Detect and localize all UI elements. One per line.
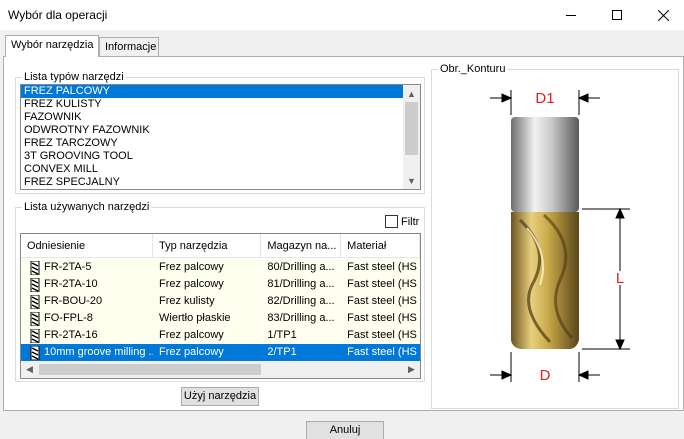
end-mill-diagram: D1 L D	[490, 90, 630, 384]
table-row[interactable]: 10mm groove milling ... Frez palcowy 2/TP1…	[21, 344, 420, 361]
scroll-thumb[interactable]	[405, 102, 418, 155]
table-body: FR-2TA-5 Frez palcowy 80/Drilling a... Fast…	[21, 259, 420, 361]
title-bar: Wybór dla operacji	[0, 0, 684, 30]
tool-type-item[interactable]: FAZOWNIK	[21, 111, 404, 124]
cell-reference: FR-2TA-5	[21, 259, 153, 276]
close-button[interactable]	[640, 0, 684, 30]
end-mill-icon	[30, 294, 40, 309]
table-row[interactable]: FR-2TA-10 Frez palcowy 81/Drilling a... Fas…	[21, 276, 420, 293]
cell-reference: FR-BOU-20	[21, 293, 153, 310]
close-icon	[657, 9, 669, 21]
tab-information[interactable]: Informacje	[99, 37, 159, 56]
end-mill-icon	[30, 260, 40, 275]
column-header[interactable]: Odniesienie	[21, 234, 153, 258]
cell-tool-type: Frez kulisty	[159, 295, 215, 307]
cell-reference: FR-2TA-16	[21, 327, 153, 344]
cell-reference-text: FR-2TA-16	[44, 329, 98, 341]
filter-label: Filtr	[401, 215, 420, 228]
tool-shank	[511, 117, 579, 212]
cell-material: Fast steel (HS	[347, 312, 417, 324]
end-mill-icon	[30, 311, 40, 326]
contour-group: Obr._Konturu D1 L D	[431, 63, 679, 409]
use-tool-button[interactable]: Użyj narzędzia	[181, 387, 259, 406]
used-tools-table[interactable]: Odniesienie Typ narzędzia Magazyn na... …	[20, 233, 421, 379]
scroll-left-icon[interactable]: ◀	[21, 361, 38, 378]
end-mill-icon	[30, 277, 40, 292]
cell-material: Fast steel (HS	[347, 295, 417, 307]
cell-tool-type: Wiertło płaskie	[159, 312, 231, 324]
cell-reference: 10mm groove milling ...	[21, 344, 153, 361]
cell-magazine: 83/Drilling a...	[267, 312, 335, 324]
cell-reference: FR-2TA-10	[21, 276, 153, 293]
tab-tool-selection[interactable]: Wybór narzędzia	[5, 35, 99, 57]
filter-checkbox-wrap[interactable]: Filtr	[385, 215, 419, 228]
cell-magazine: 2/TP1	[267, 346, 297, 358]
cancel-button[interactable]: Anuluj	[306, 421, 384, 439]
cell-magazine: 82/Drilling a...	[267, 295, 335, 307]
maximize-icon	[612, 10, 622, 20]
tool-types-listbox[interactable]: FREZ PALCOWY FREZ KULISTY FAZOWNIK ODWROTNY…	[20, 84, 421, 190]
cell-material: Fast steel (HS	[347, 261, 417, 273]
table-header: Odniesienie Typ narzędzia Magazyn na... …	[21, 234, 420, 258]
tool-type-item[interactable]: 3T GROOVING TOOL	[21, 150, 404, 163]
column-header[interactable]: Magazyn na...	[261, 234, 342, 258]
d-label: D	[540, 367, 551, 384]
cell-reference-text: FO-FPL-8	[44, 312, 93, 324]
table-row[interactable]: FO-FPL-8 Wiertło płaskie 83/Drilling a... F…	[21, 310, 420, 327]
table-row[interactable]: FR-BOU-20 Frez kulisty 82/Drilling a... Fas…	[21, 293, 420, 310]
used-tools-label: Lista używanych narzędzi	[22, 201, 152, 213]
cell-magazine: 1/TP1	[267, 329, 297, 341]
tool-type-item[interactable]: CONVEX MILL	[21, 163, 404, 176]
filter-checkbox[interactable]	[385, 215, 398, 228]
scroll-down-icon[interactable]: ▼	[403, 172, 420, 189]
l-label: L	[616, 270, 624, 287]
table-hscrollbar[interactable]: ◀ ▶	[21, 361, 420, 378]
cell-reference: FO-FPL-8	[21, 310, 153, 327]
cell-magazine: 80/Drilling a...	[267, 261, 335, 273]
scroll-right-icon[interactable]: ▶	[403, 361, 420, 378]
tool-types-label: Lista typów narzędzi	[22, 71, 126, 83]
cell-reference-text: FR-2TA-5	[44, 261, 92, 273]
end-mill-icon	[30, 328, 40, 343]
tool-type-item[interactable]: ODWROTNY FAZOWNIK	[21, 124, 404, 137]
tool-types-scrollbar[interactable]: ▲ ▼	[403, 85, 420, 189]
cell-tool-type: Frez palcowy	[159, 346, 224, 358]
cell-reference-text: FR-2TA-10	[44, 278, 98, 290]
tool-type-item[interactable]: FREZ SPECJALNY	[21, 176, 404, 189]
cell-reference-text: FR-BOU-20	[44, 295, 103, 307]
tool-type-item[interactable]: FREZ TARCZOWY	[21, 137, 404, 150]
tool-type-item[interactable]: FREZ PALCOWY	[21, 85, 404, 98]
d1-label: D1	[535, 90, 554, 107]
cell-magazine: 81/Drilling a...	[267, 278, 335, 290]
cell-reference-text: 10mm groove milling ...	[44, 346, 153, 358]
column-header[interactable]: Materiał	[341, 234, 420, 258]
window-title: Wybór dla operacji	[8, 8, 108, 22]
tool-flutes	[511, 212, 579, 349]
cell-material: Fast steel (HS	[347, 278, 417, 290]
maximize-button[interactable]	[594, 0, 640, 30]
table-row[interactable]: FR-2TA-16 Frez palcowy 1/TP1 Fast steel (HS	[21, 327, 420, 344]
cell-tool-type: Frez palcowy	[159, 329, 224, 341]
cell-material: Fast steel (HS	[347, 346, 417, 358]
cell-material: Fast steel (HS	[347, 329, 417, 341]
scroll-thumb[interactable]	[39, 364, 261, 375]
cell-tool-type: Frez palcowy	[159, 278, 224, 290]
scroll-up-icon[interactable]: ▲	[403, 85, 420, 102]
table-row[interactable]: FR-2TA-5 Frez palcowy 80/Drilling a... Fast…	[21, 259, 420, 276]
column-header[interactable]: Typ narzędzia	[153, 234, 262, 258]
end-mill-icon	[30, 345, 40, 360]
tool-type-item[interactable]: FREZ KULISTY	[21, 98, 404, 111]
cell-tool-type: Frez palcowy	[159, 261, 224, 273]
minimize-icon	[566, 15, 576, 16]
minimize-button[interactable]	[548, 0, 594, 30]
